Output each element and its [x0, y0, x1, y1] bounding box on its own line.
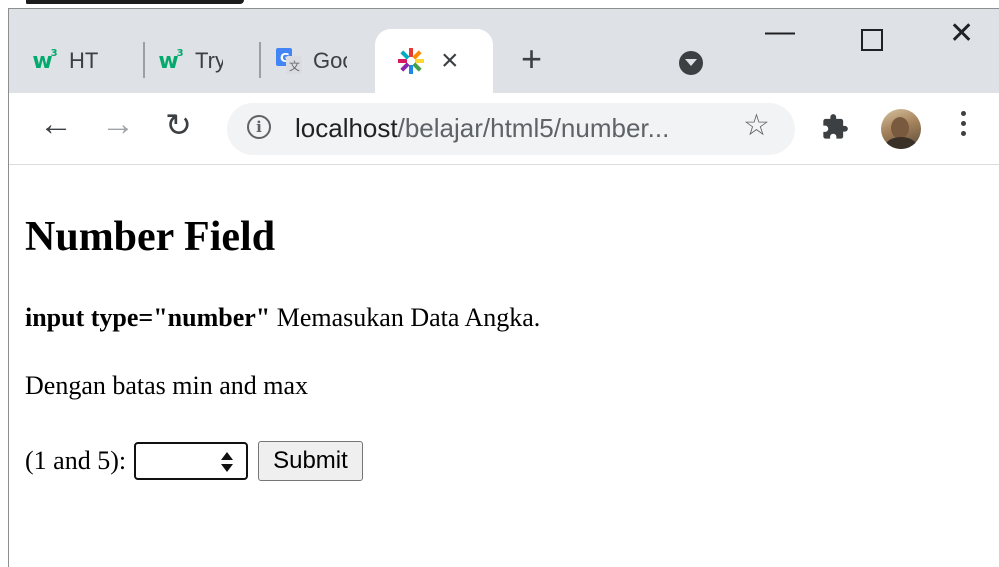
description-text: Memasukan Data Angka.	[270, 303, 541, 332]
colorful-star-icon	[397, 47, 425, 75]
new-tab-button[interactable]: +	[521, 41, 542, 77]
back-button[interactable]: ←	[39, 107, 73, 141]
maximize-button[interactable]	[861, 29, 883, 51]
submit-button[interactable]: Submit	[258, 441, 363, 481]
close-tab-icon[interactable]: ×	[441, 46, 459, 76]
svg-text:文: 文	[289, 59, 300, 73]
browser-toolbar: ← → ↻ i localhost/belajar/html5/number..…	[9, 93, 999, 165]
code-text: input type="number"	[25, 303, 271, 332]
google-translate-icon: G文	[275, 47, 303, 75]
address-bar[interactable]: i localhost/belajar/html5/number... ☆	[227, 103, 795, 155]
reload-button[interactable]: ↻	[165, 109, 192, 141]
avatar-body	[885, 137, 917, 149]
avatar-face	[891, 117, 909, 139]
tab-html[interactable]: w3 HTML	[9, 29, 141, 93]
url-text[interactable]: localhost/belajar/html5/number...	[295, 113, 669, 144]
url-host: localhost	[295, 113, 398, 143]
tab-tryit[interactable]: w3 Tryit	[135, 29, 257, 93]
tab-title: HTML	[69, 48, 99, 73]
desktop-artifact	[26, 0, 244, 4]
tab-title: Tryit	[195, 48, 223, 73]
number-form: (1 and 5): Submit	[25, 441, 363, 481]
avatar[interactable]	[881, 109, 921, 149]
number-input-box[interactable]	[134, 442, 249, 480]
spinner-down-icon[interactable]	[221, 464, 234, 472]
info-icon[interactable]: i	[247, 115, 271, 139]
w3schools-icon: w3	[32, 48, 58, 74]
w3schools-icon: w3	[158, 48, 184, 74]
description-line: input type="number" Memasukan Data Angka…	[25, 303, 540, 333]
spinner-icon[interactable]	[220, 452, 234, 472]
kebab-menu-icon[interactable]	[961, 111, 967, 136]
minimize-button[interactable]: —	[765, 17, 795, 47]
tab-google[interactable]: G文 Google	[253, 29, 375, 93]
page-title: Number Field	[25, 214, 276, 260]
tab-active[interactable]: ×	[375, 29, 493, 93]
bookmark-star-icon[interactable]: ☆	[743, 111, 770, 141]
browser-window: w3 HTML w3 Tryit G文 Google	[8, 8, 999, 567]
number-label: (1 and 5):	[25, 446, 127, 475]
puzzle-icon[interactable]	[821, 113, 849, 147]
tab-search-icon[interactable]	[679, 51, 703, 75]
close-window-button[interactable]: ✕	[949, 19, 974, 49]
desktop-strip	[0, 0, 999, 8]
tab-strip: w3 HTML w3 Tryit G文 Google	[9, 9, 999, 93]
tab-title: Google	[313, 48, 347, 73]
range-note: Dengan batas min and max	[25, 371, 309, 400]
number-input[interactable]	[140, 446, 217, 478]
forward-button[interactable]: →	[101, 107, 135, 141]
url-path: /belajar/html5/number...	[397, 113, 670, 143]
spinner-up-icon[interactable]	[221, 452, 234, 460]
